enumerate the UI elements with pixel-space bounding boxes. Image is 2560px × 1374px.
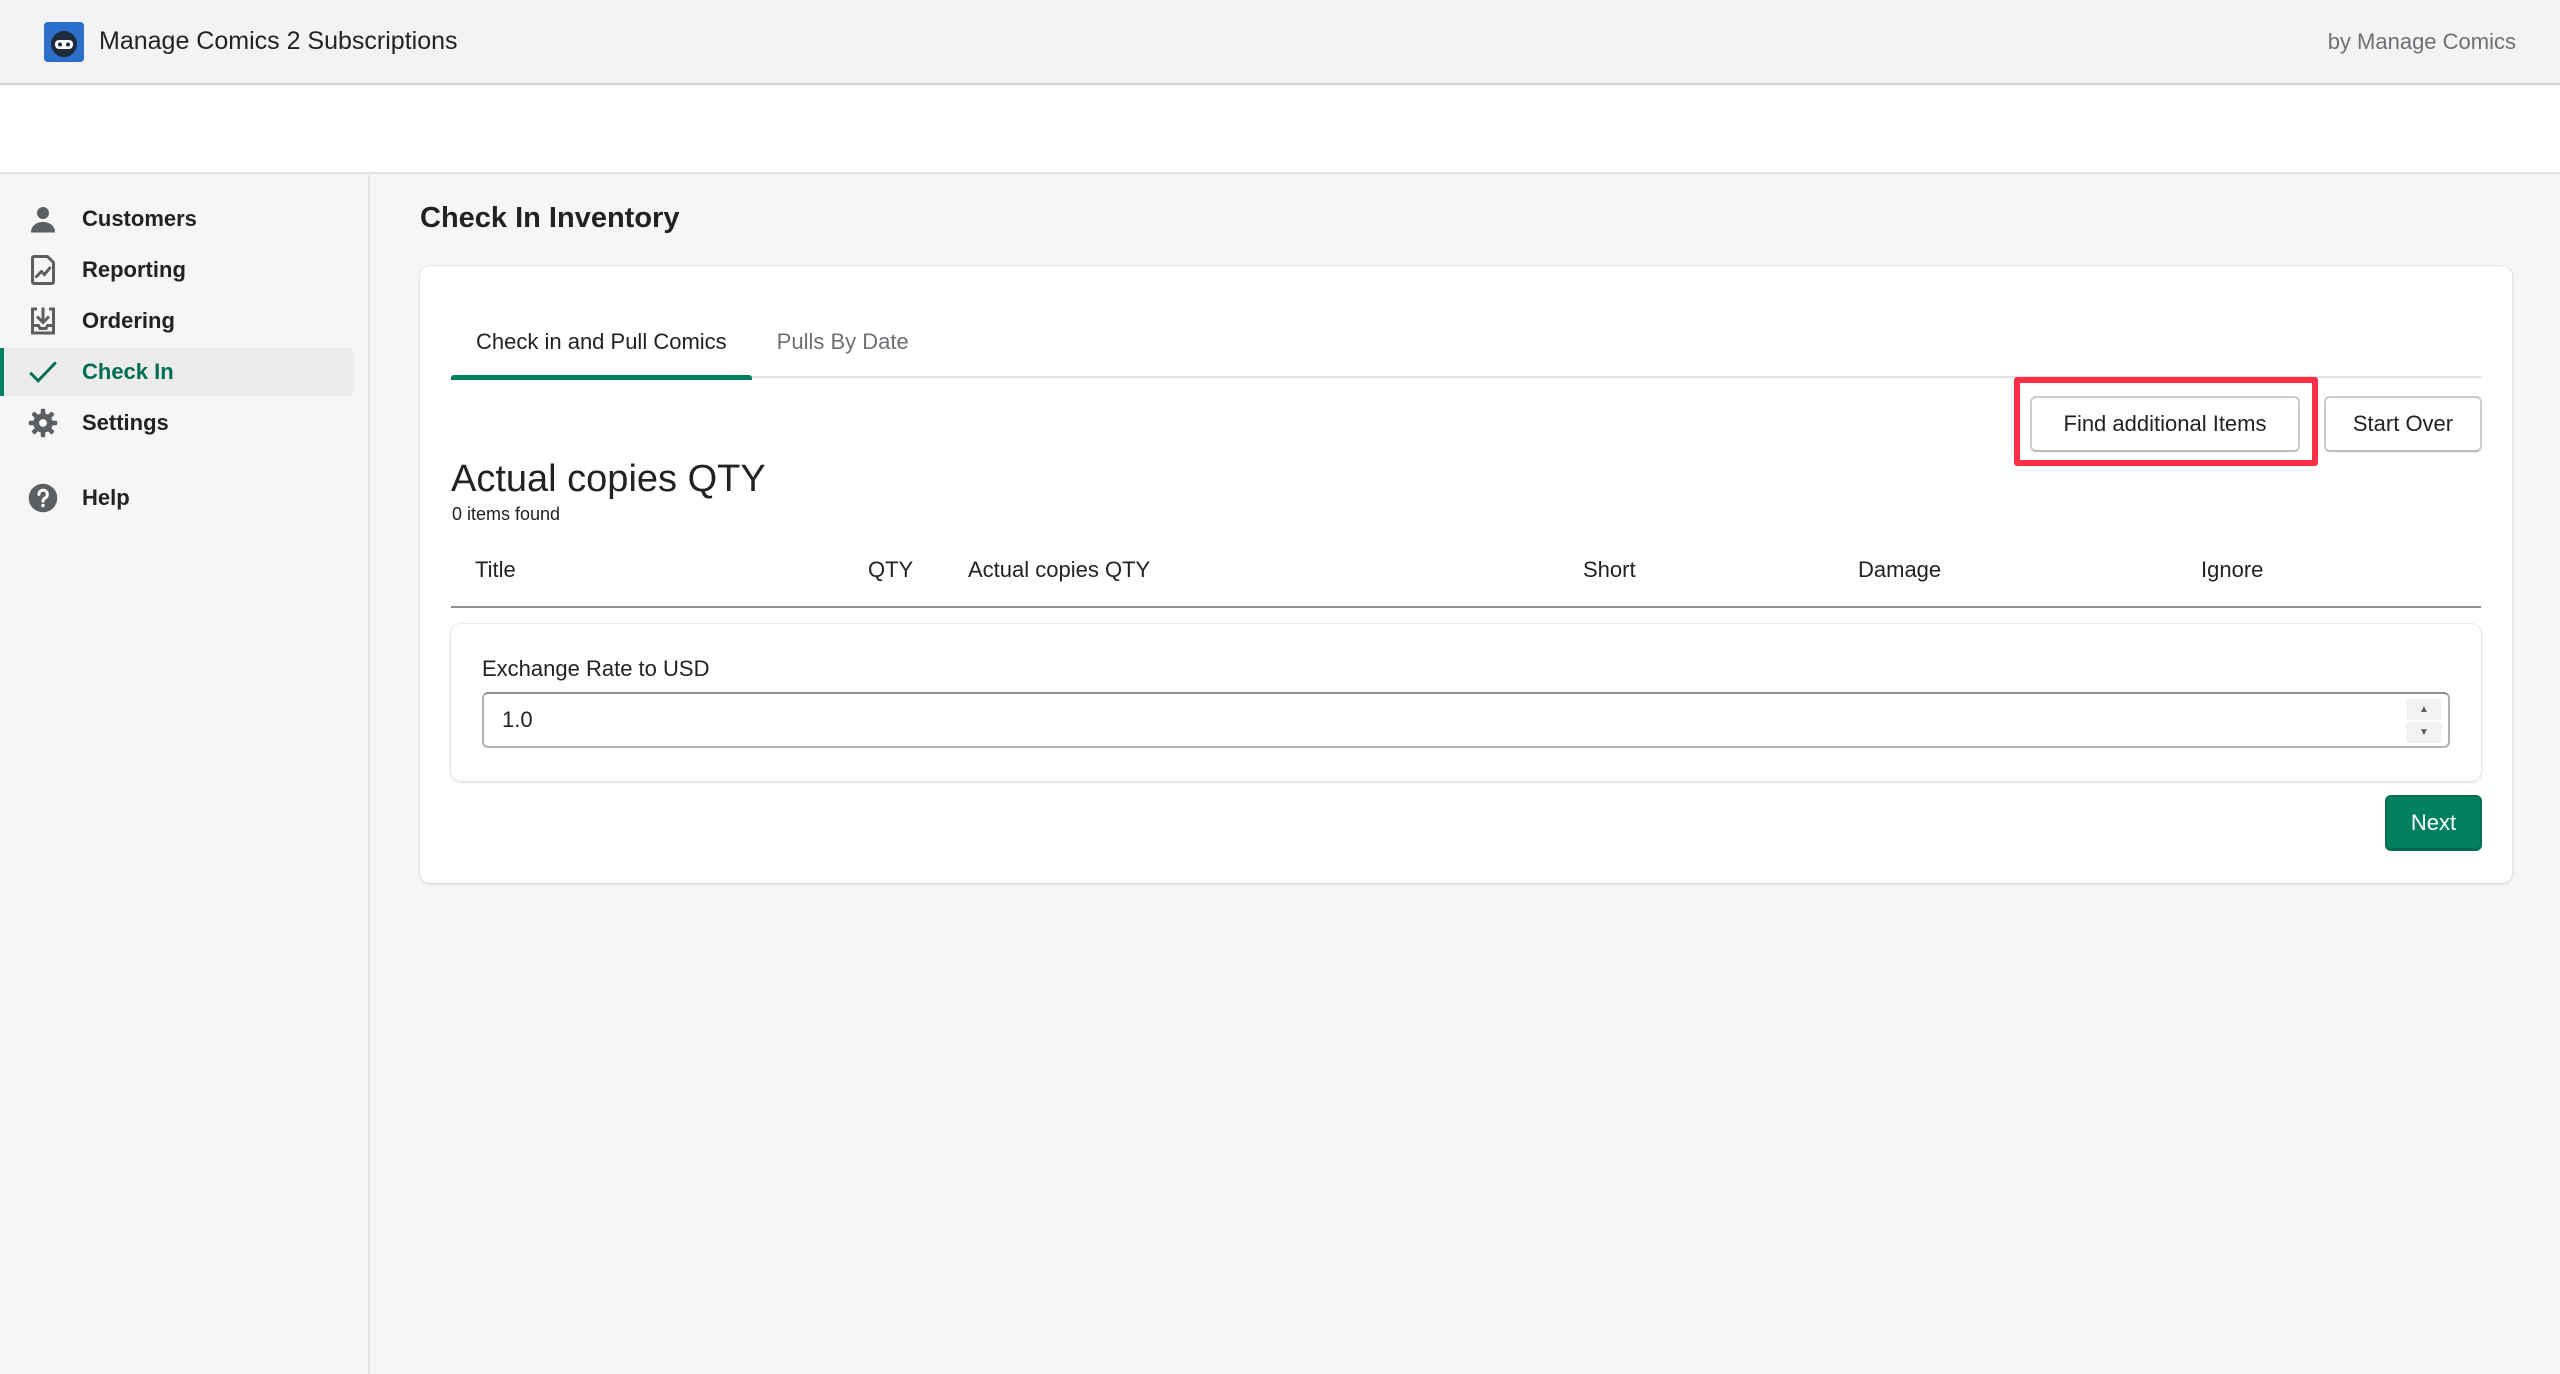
decrement-icon[interactable]: ▼ xyxy=(2406,722,2442,743)
next-button[interactable]: Next xyxy=(2385,795,2482,851)
sidebar-item-customers[interactable]: Customers xyxy=(0,195,354,243)
comics-robot-logo-icon xyxy=(44,21,84,62)
exchange-rate-value: 1.0 xyxy=(502,707,533,732)
sidebar-item-settings[interactable]: Settings xyxy=(0,399,354,447)
sidebar-nav: Customers Reporting Ordering Check In Se… xyxy=(0,175,370,1374)
import-icon xyxy=(26,304,60,338)
question-circle-icon xyxy=(26,481,60,515)
start-over-button[interactable]: Start Over xyxy=(2324,396,2482,452)
sidebar-item-help[interactable]: Help xyxy=(0,474,354,522)
tab-bar: Check in and Pull Comics Pulls By Date xyxy=(451,306,2481,380)
column-header-actual-copies-qty[interactable]: Actual copies QTY xyxy=(968,557,1150,583)
column-header-ignore[interactable]: Ignore xyxy=(2201,557,2263,583)
app-title: Manage Comics 2 Subscriptions xyxy=(99,27,458,55)
sidebar-item-label: Customers xyxy=(82,206,197,231)
sidebar-item-label: Check In xyxy=(82,359,174,384)
report-icon xyxy=(26,253,60,287)
items-found-count: 0 items found xyxy=(452,504,561,524)
exchange-rate-label: Exchange Rate to USD xyxy=(482,656,710,681)
title-bar xyxy=(0,86,2560,174)
column-header-qty[interactable]: QTY xyxy=(868,557,913,583)
exchange-rate-card: Exchange Rate to USD 1.0 ▲ ▼ xyxy=(451,624,2481,781)
checkmark-icon xyxy=(26,355,60,389)
column-header-short[interactable]: Short xyxy=(1583,557,1636,583)
section-heading: Actual copies QTY xyxy=(451,458,766,500)
sidebar-item-label: Settings xyxy=(82,410,169,435)
app-developer-link[interactable]: by Manage Comics xyxy=(2328,29,2516,55)
person-icon xyxy=(26,202,60,236)
sidebar-item-label: Ordering xyxy=(82,308,175,333)
number-stepper: ▲ ▼ xyxy=(2406,699,2442,743)
table-header: Title QTY Actual copies QTY Short Damage… xyxy=(451,545,2481,608)
sidebar-item-label: Help xyxy=(82,485,130,510)
sidebar-item-ordering[interactable]: Ordering xyxy=(0,297,354,345)
check-in-card: Check in and Pull Comics Pulls By Date F… xyxy=(420,266,2512,883)
column-header-title[interactable]: Title xyxy=(475,557,516,583)
page-title: Check In Inventory xyxy=(420,202,680,234)
sidebar-item-reporting[interactable]: Reporting xyxy=(0,246,354,294)
find-additional-items-button[interactable]: Find additional Items xyxy=(2030,396,2300,452)
exchange-rate-input[interactable]: 1.0 ▲ ▼ xyxy=(482,692,2450,748)
tab-pulls-by-date[interactable]: Pulls By Date xyxy=(752,306,934,378)
app-header: Manage Comics 2 Subscriptions by Manage … xyxy=(0,0,2560,85)
sidebar-item-check-in[interactable]: Check In xyxy=(0,348,354,396)
increment-icon[interactable]: ▲ xyxy=(2406,699,2442,720)
column-header-damage[interactable]: Damage xyxy=(1858,557,1941,583)
tab-check-in-and-pull-comics[interactable]: Check in and Pull Comics xyxy=(451,306,752,380)
sidebar-item-label: Reporting xyxy=(82,257,186,282)
gear-icon xyxy=(26,406,60,440)
